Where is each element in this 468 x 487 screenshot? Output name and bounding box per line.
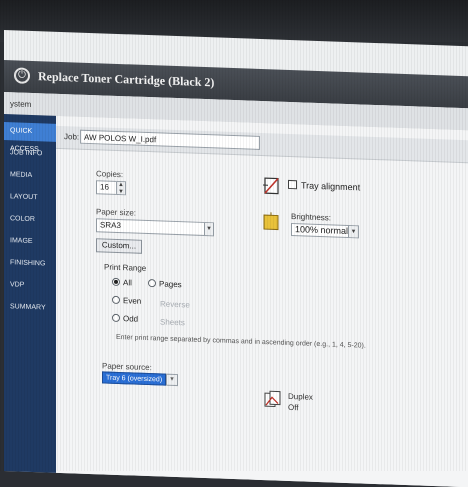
- sidebar-item-job-info[interactable]: JOB INFO: [4, 144, 56, 164]
- paper-source-dropdown-icon[interactable]: ▾: [166, 374, 178, 386]
- power-icon: ⏻: [14, 67, 30, 84]
- radio-odd-label: Odd: [123, 314, 138, 324]
- reverse-label: Reverse: [160, 299, 190, 309]
- sidebar-item-quick-access[interactable]: QUICK ACCESS: [4, 122, 56, 142]
- paper-source-label: Paper source:: [102, 361, 152, 372]
- sidebar-item-layout[interactable]: LAYOUT: [4, 188, 56, 208]
- sidebar-item-finishing[interactable]: FINISHING: [4, 254, 56, 274]
- tray-alignment-label: Tray alignment: [301, 180, 360, 192]
- sidebar-item-media[interactable]: MEDIA: [4, 166, 56, 186]
- job-name-field[interactable]: AW POLOS W_I.pdf: [80, 130, 260, 150]
- radio-pages[interactable]: [148, 279, 156, 287]
- brightness-value: 100% normal: [295, 224, 348, 236]
- copies-stepper[interactable]: 16 ▲▼: [96, 180, 126, 195]
- radio-pages-label: Pages: [159, 279, 182, 289]
- radio-even[interactable]: [112, 296, 120, 304]
- paper-size-label: Paper size:: [96, 207, 136, 217]
- tray-alignment-icon: [262, 175, 282, 196]
- brightness-select[interactable]: 100% normal ▾: [291, 223, 359, 238]
- paper-size-value: SRA3: [100, 220, 121, 230]
- sidebar-item-vdp[interactable]: VDP: [4, 276, 56, 296]
- window-title: Replace Toner Cartridge (Black 2): [38, 69, 214, 90]
- radio-odd[interactable]: [112, 314, 120, 322]
- brightness-icon: [262, 211, 282, 232]
- duplex-label: Duplex: [288, 392, 313, 402]
- sidebar-item-image[interactable]: IMAGE: [4, 232, 56, 252]
- radio-all[interactable]: [112, 278, 120, 286]
- menu-system[interactable]: ystem: [10, 99, 31, 109]
- duplex-icon: [262, 389, 284, 410]
- main-panel: Job: AW POLOS W_I.pdf Copies: 16 ▲▼ Pape…: [56, 116, 468, 487]
- copies-label: Copies:: [96, 169, 123, 179]
- print-range-hint: Enter print range separated by commas an…: [116, 334, 366, 350]
- sheets-label: Sheets: [160, 317, 185, 327]
- sidebar-item-color[interactable]: COLOR: [4, 210, 56, 230]
- spin-arrows-icon[interactable]: ▲▼: [116, 182, 125, 194]
- custom-size-button[interactable]: Custom...: [96, 238, 142, 254]
- radio-all-label: All: [123, 278, 132, 287]
- job-row: Job: AW POLOS W_I.pdf: [56, 126, 468, 163]
- copies-value: 16: [100, 182, 109, 191]
- sidebar-item-summary[interactable]: SUMMARY: [4, 298, 56, 318]
- print-dialog: ⏻ Replace Toner Cartridge (Black 2) yste…: [4, 30, 468, 487]
- brightness-label: Brightness:: [291, 212, 331, 222]
- duplex-value[interactable]: Off: [288, 403, 299, 412]
- print-range-title: Print Range: [104, 262, 146, 272]
- radio-even-label: Even: [123, 296, 141, 306]
- chevron-down-icon[interactable]: ▾: [348, 226, 358, 237]
- paper-source-select[interactable]: Tray 6 (oversized): [102, 371, 166, 385]
- tray-alignment-checkbox[interactable]: [288, 180, 297, 189]
- chevron-down-icon[interactable]: ▾: [204, 223, 213, 235]
- paper-size-select[interactable]: SRA3 ▾: [96, 218, 214, 236]
- job-label: Job:: [64, 132, 79, 142]
- sidebar: QUICK ACCESS JOB INFO MEDIA LAYOUT COLOR…: [4, 114, 56, 476]
